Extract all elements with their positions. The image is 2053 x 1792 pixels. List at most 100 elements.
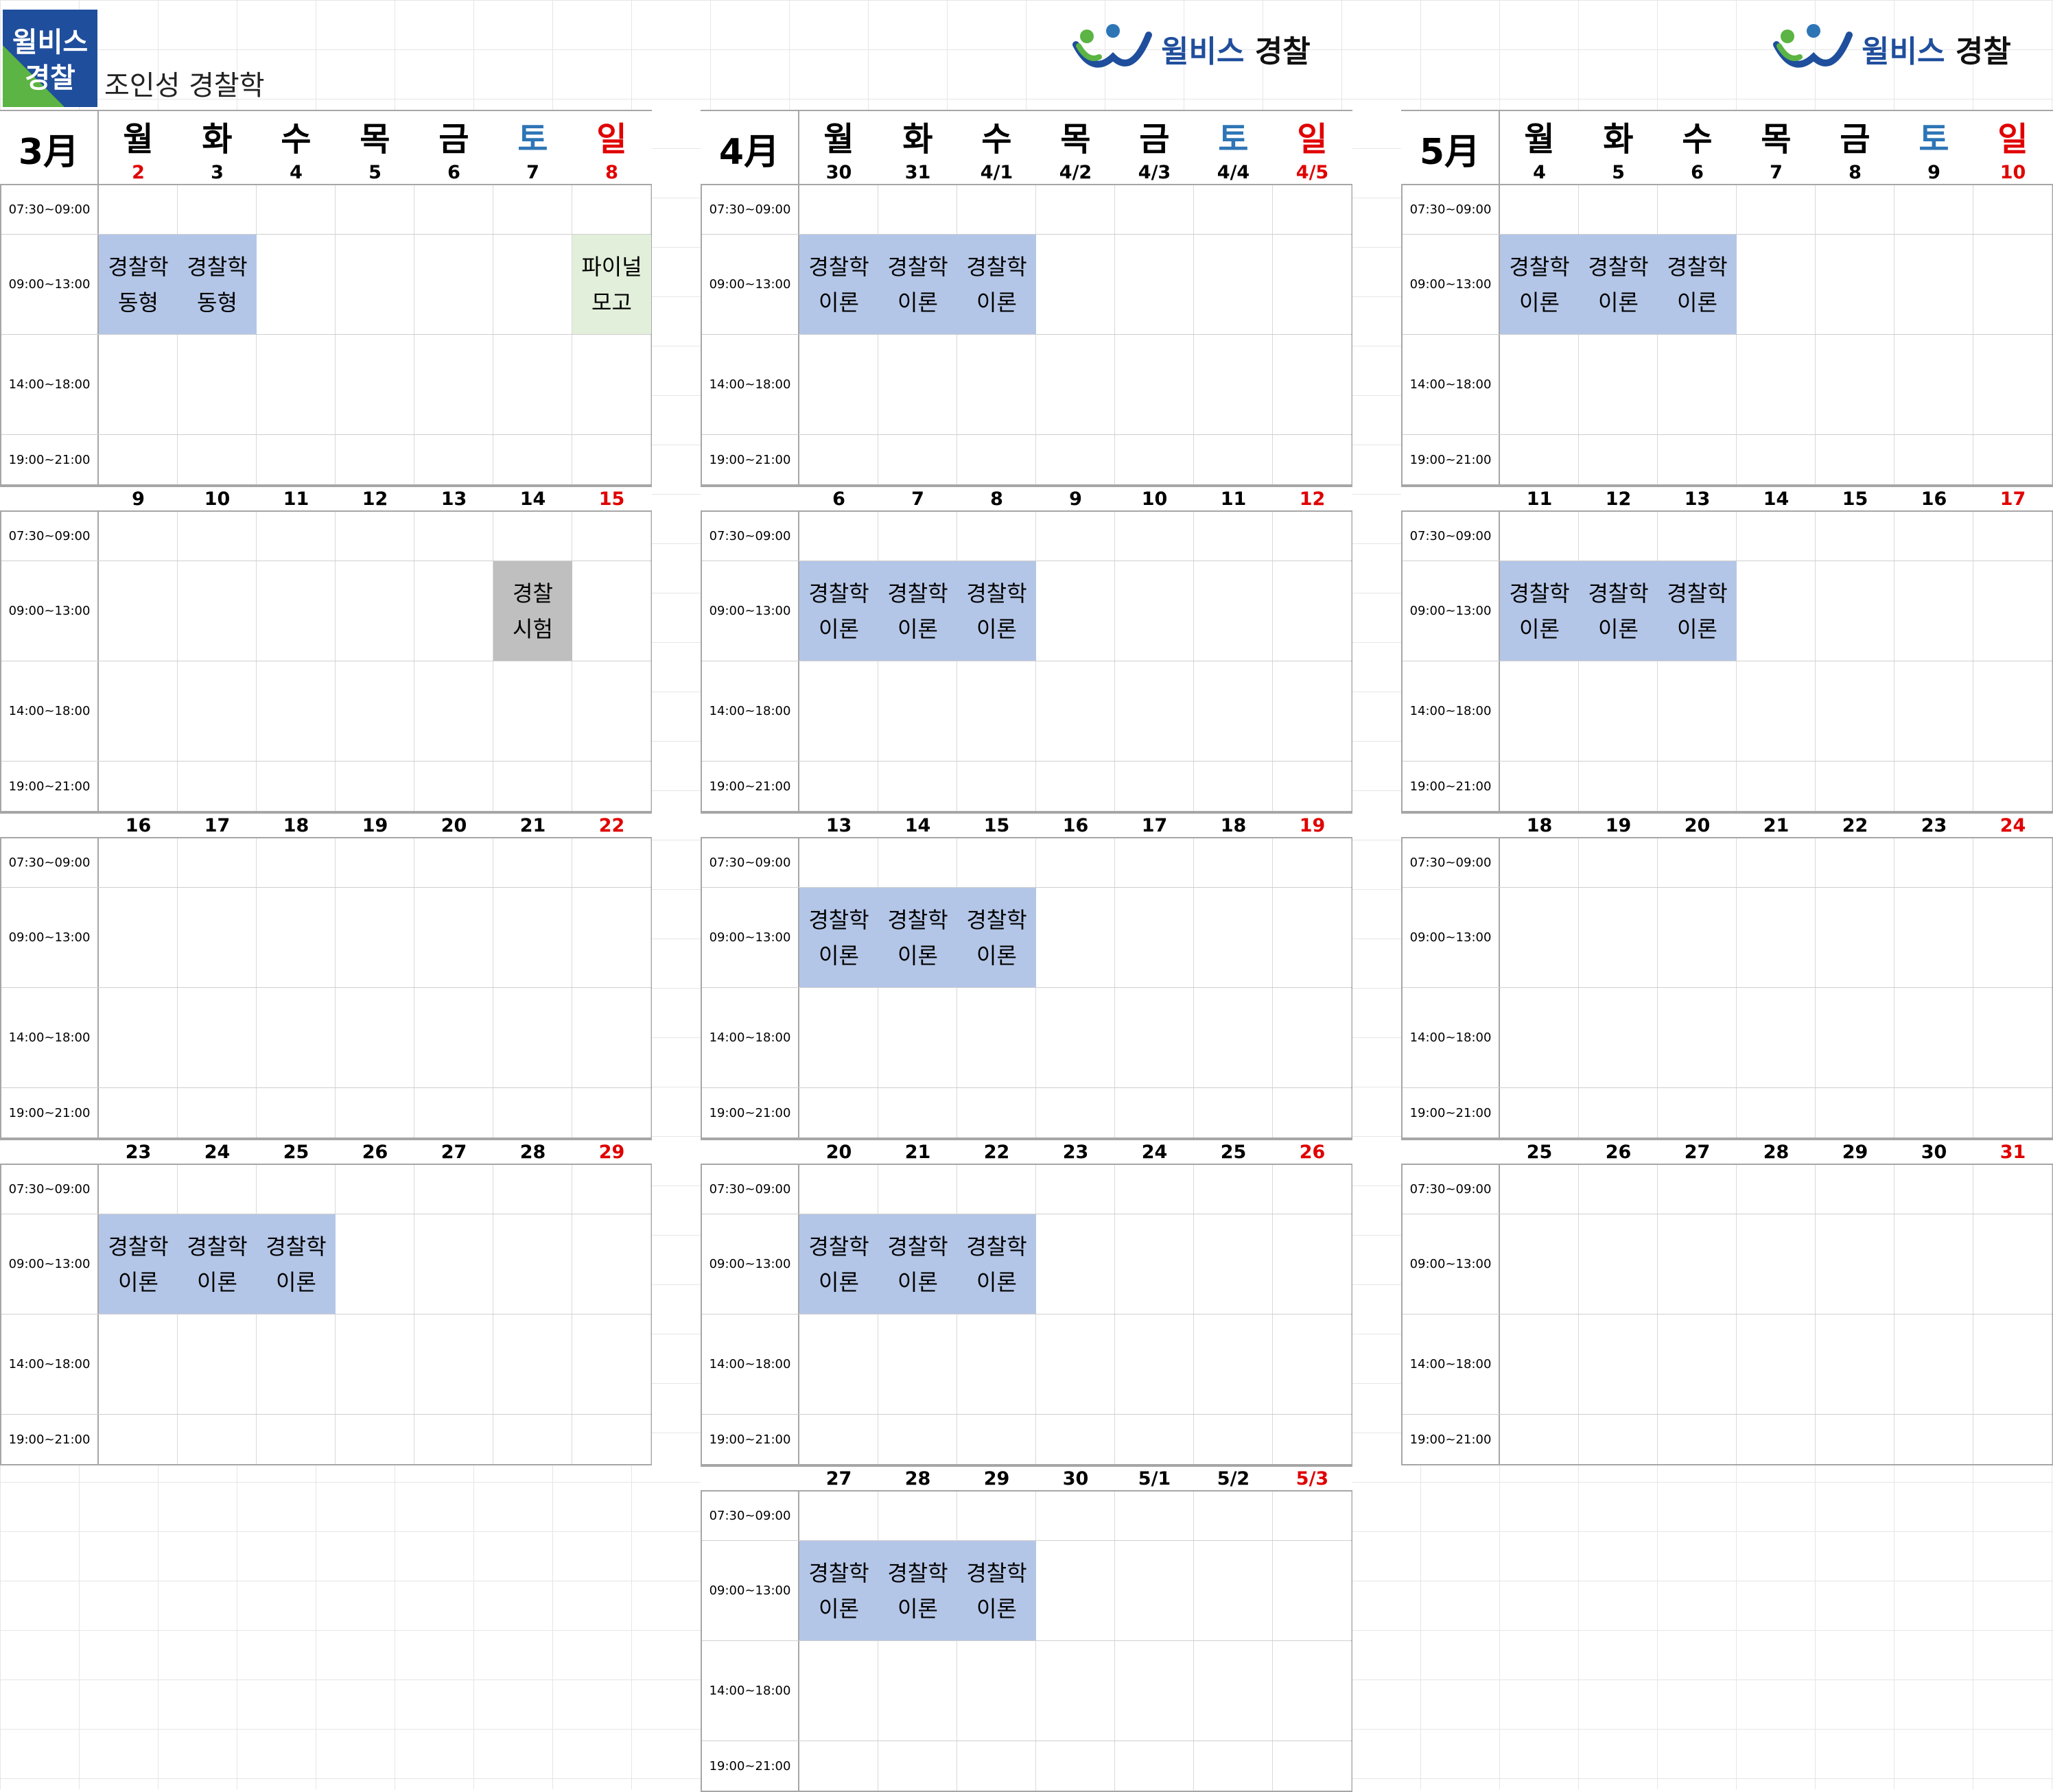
date-cell[interactable]: 14 [493,487,572,510]
schedule-cell[interactable] [1036,1415,1115,1464]
date-cell[interactable]: 30 [799,161,878,184]
schedule-cell[interactable] [878,1314,957,1414]
schedule-cell[interactable] [572,185,651,234]
date-cell[interactable]: 17 [1973,487,2052,510]
event-blue[interactable]: 경찰학 이론 [1500,235,1579,334]
schedule-cell[interactable] [878,1165,957,1214]
date-cell[interactable]: 24 [1115,1140,1194,1164]
event-blue[interactable]: 경찰학 이론 [957,235,1036,334]
date-cell[interactable]: 8 [572,161,651,184]
date-cell[interactable]: 26 [1579,1140,1658,1164]
schedule-cell[interactable] [99,888,178,987]
schedule-cell[interactable] [99,1314,178,1414]
schedule-cell[interactable] [1194,1314,1273,1414]
schedule-cell[interactable] [572,1415,651,1464]
schedule-cell[interactable] [99,661,178,761]
schedule-cell[interactable] [1273,1741,1352,1791]
date-cell[interactable]: 18 [257,814,336,837]
schedule-cell[interactable] [1816,561,1894,661]
schedule-cell[interactable] [957,838,1036,887]
schedule-cell[interactable] [1973,1214,2052,1314]
schedule-cell[interactable] [99,762,178,811]
schedule-cell[interactable] [799,661,878,761]
schedule-cell[interactable] [493,888,572,987]
schedule-cell[interactable] [1036,1088,1115,1137]
date-cell[interactable]: 6 [414,161,493,184]
schedule-cell[interactable] [878,435,957,484]
date-cell[interactable]: 27 [414,1140,493,1164]
schedule-cell[interactable] [1273,235,1352,334]
event-blue[interactable]: 경찰학 이론 [799,235,878,334]
date-cell[interactable]: 28 [878,1467,957,1490]
event-blue[interactable]: 경찰학 이론 [1500,561,1579,661]
schedule-cell[interactable] [799,335,878,434]
schedule-cell[interactable] [493,235,572,334]
schedule-cell[interactable] [1194,1741,1273,1791]
schedule-cell[interactable] [1816,1314,1894,1414]
schedule-cell[interactable] [1115,235,1194,334]
schedule-cell[interactable] [957,988,1036,1087]
event-blue[interactable]: 경찰학 이론 [1658,235,1737,334]
date-cell[interactable]: 9 [99,487,178,510]
schedule-cell[interactable] [1973,838,2052,887]
schedule-cell[interactable] [572,1314,651,1414]
schedule-cell[interactable] [1036,888,1115,987]
schedule-cell[interactable] [878,838,957,887]
schedule-cell[interactable] [1973,1165,2052,1214]
schedule-cell[interactable] [1816,1214,1894,1314]
schedule-cell[interactable] [878,1641,957,1741]
schedule-cell[interactable] [1894,762,1973,811]
date-cell[interactable]: 4 [257,161,336,184]
schedule-cell[interactable] [414,988,493,1087]
schedule-cell[interactable] [1194,1641,1273,1741]
schedule-cell[interactable] [414,1314,493,1414]
event-blue[interactable]: 경찰학 이론 [878,888,957,987]
date-cell[interactable]: 17 [178,814,257,837]
date-cell[interactable]: 22 [572,814,651,837]
schedule-cell[interactable] [414,1165,493,1214]
schedule-cell[interactable] [178,512,257,561]
schedule-cell[interactable] [1658,762,1737,811]
schedule-cell[interactable] [1894,1415,1973,1464]
schedule-cell[interactable] [1894,235,1973,334]
schedule-cell[interactable] [1579,1088,1658,1137]
event-blue[interactable]: 경찰학 이론 [257,1214,336,1314]
date-cell[interactable]: 26 [1273,1140,1352,1164]
schedule-cell[interactable] [799,1415,878,1464]
schedule-cell[interactable] [1737,235,1816,334]
date-cell[interactable]: 11 [1194,487,1273,510]
schedule-cell[interactable] [257,661,336,761]
schedule-cell[interactable] [493,1415,572,1464]
schedule-cell[interactable] [957,335,1036,434]
date-cell[interactable]: 12 [1273,487,1352,510]
date-cell[interactable]: 28 [493,1140,572,1164]
event-blue[interactable]: 경찰학 이론 [957,561,1036,661]
schedule-cell[interactable] [1973,185,2052,234]
date-cell[interactable]: 12 [336,487,414,510]
date-cell[interactable]: 19 [1273,814,1352,837]
schedule-cell[interactable] [1500,1088,1579,1137]
schedule-cell[interactable] [1658,435,1737,484]
schedule-cell[interactable] [1115,512,1194,561]
event-blue[interactable]: 경찰학 이론 [799,1541,878,1640]
schedule-cell[interactable] [1579,988,1658,1087]
schedule-cell[interactable] [1115,1415,1194,1464]
schedule-cell[interactable] [257,335,336,434]
schedule-cell[interactable] [1036,335,1115,434]
schedule-cell[interactable] [336,185,414,234]
date-cell[interactable]: 25 [1500,1140,1579,1164]
schedule-cell[interactable] [1036,435,1115,484]
schedule-cell[interactable] [414,561,493,661]
schedule-cell[interactable] [1273,1492,1352,1540]
schedule-cell[interactable] [257,888,336,987]
schedule-cell[interactable] [336,1314,414,1414]
schedule-cell[interactable] [1579,661,1658,761]
schedule-cell[interactable] [1894,1088,1973,1137]
schedule-cell[interactable] [257,561,336,661]
schedule-cell[interactable] [99,561,178,661]
schedule-cell[interactable] [336,1088,414,1137]
schedule-cell[interactable] [1500,1165,1579,1214]
schedule-cell[interactable] [1737,888,1816,987]
schedule-cell[interactable] [1194,838,1273,887]
date-cell[interactable]: 3 [178,161,257,184]
